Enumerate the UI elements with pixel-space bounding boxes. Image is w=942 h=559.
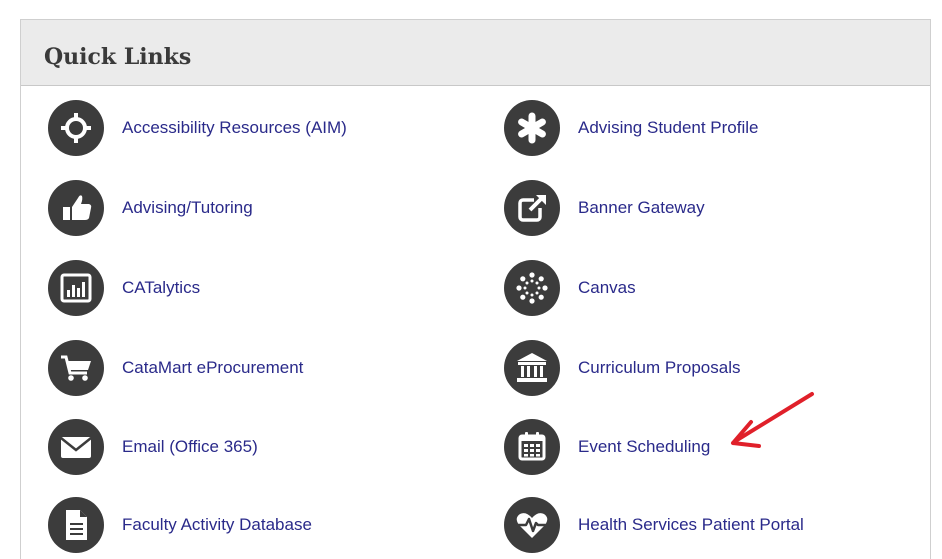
panel-title: Quick Links xyxy=(44,44,192,70)
institution-icon xyxy=(504,340,560,396)
link-faculty-activity-database[interactable]: Faculty Activity Database xyxy=(48,497,348,553)
calendar-icon xyxy=(504,419,560,475)
asterisk-icon xyxy=(504,100,560,156)
link-banner-gateway[interactable]: Banner Gateway xyxy=(504,180,764,236)
link-advising-tutoring[interactable]: Advising/Tutoring xyxy=(48,180,348,236)
link-label: Event Scheduling xyxy=(578,437,711,456)
link-event-scheduling[interactable]: Event Scheduling xyxy=(504,419,754,475)
link-label: Banner Gateway xyxy=(578,198,705,217)
external-link-icon xyxy=(504,180,560,236)
link-catalytics[interactable]: CATalytics xyxy=(48,260,308,316)
thumbs-up-icon xyxy=(48,180,104,236)
red-arrow-icon xyxy=(731,392,814,448)
link-label: Advising Student Profile xyxy=(578,118,759,137)
link-label: CataMart eProcurement xyxy=(122,358,304,377)
crosshair-icon xyxy=(48,100,104,156)
link-catamart-eprocurement[interactable]: CataMart eProcurement xyxy=(48,340,358,396)
link-label: Faculty Activity Database xyxy=(122,515,312,534)
document-icon xyxy=(48,497,104,553)
link-label: Canvas xyxy=(578,278,636,297)
page: Quick Links Accessibility Resources (AIM… xyxy=(0,0,942,559)
link-canvas[interactable]: Canvas xyxy=(504,260,724,316)
link-label: Email (Office 365) xyxy=(122,437,258,456)
link-advising-student-profile[interactable]: Advising Student Profile xyxy=(504,100,834,156)
link-label: Advising/Tutoring xyxy=(122,198,253,217)
heartbeat-icon xyxy=(504,497,560,553)
link-label: CATalytics xyxy=(122,278,201,297)
shopping-cart-icon xyxy=(48,340,104,396)
link-health-services-patient-portal[interactable]: Health Services Patient Portal xyxy=(504,497,844,553)
link-email-office-365[interactable]: Email (Office 365) xyxy=(48,419,308,475)
bar-chart-icon xyxy=(48,260,104,316)
dotted-circle-icon xyxy=(504,260,560,316)
link-label: Health Services Patient Portal xyxy=(578,515,804,534)
envelope-icon xyxy=(48,419,104,475)
link-label: Curriculum Proposals xyxy=(578,358,741,377)
link-label: Accessibility Resources (AIM) xyxy=(122,118,347,137)
link-accessibility-resources[interactable]: Accessibility Resources (AIM) xyxy=(48,100,408,156)
